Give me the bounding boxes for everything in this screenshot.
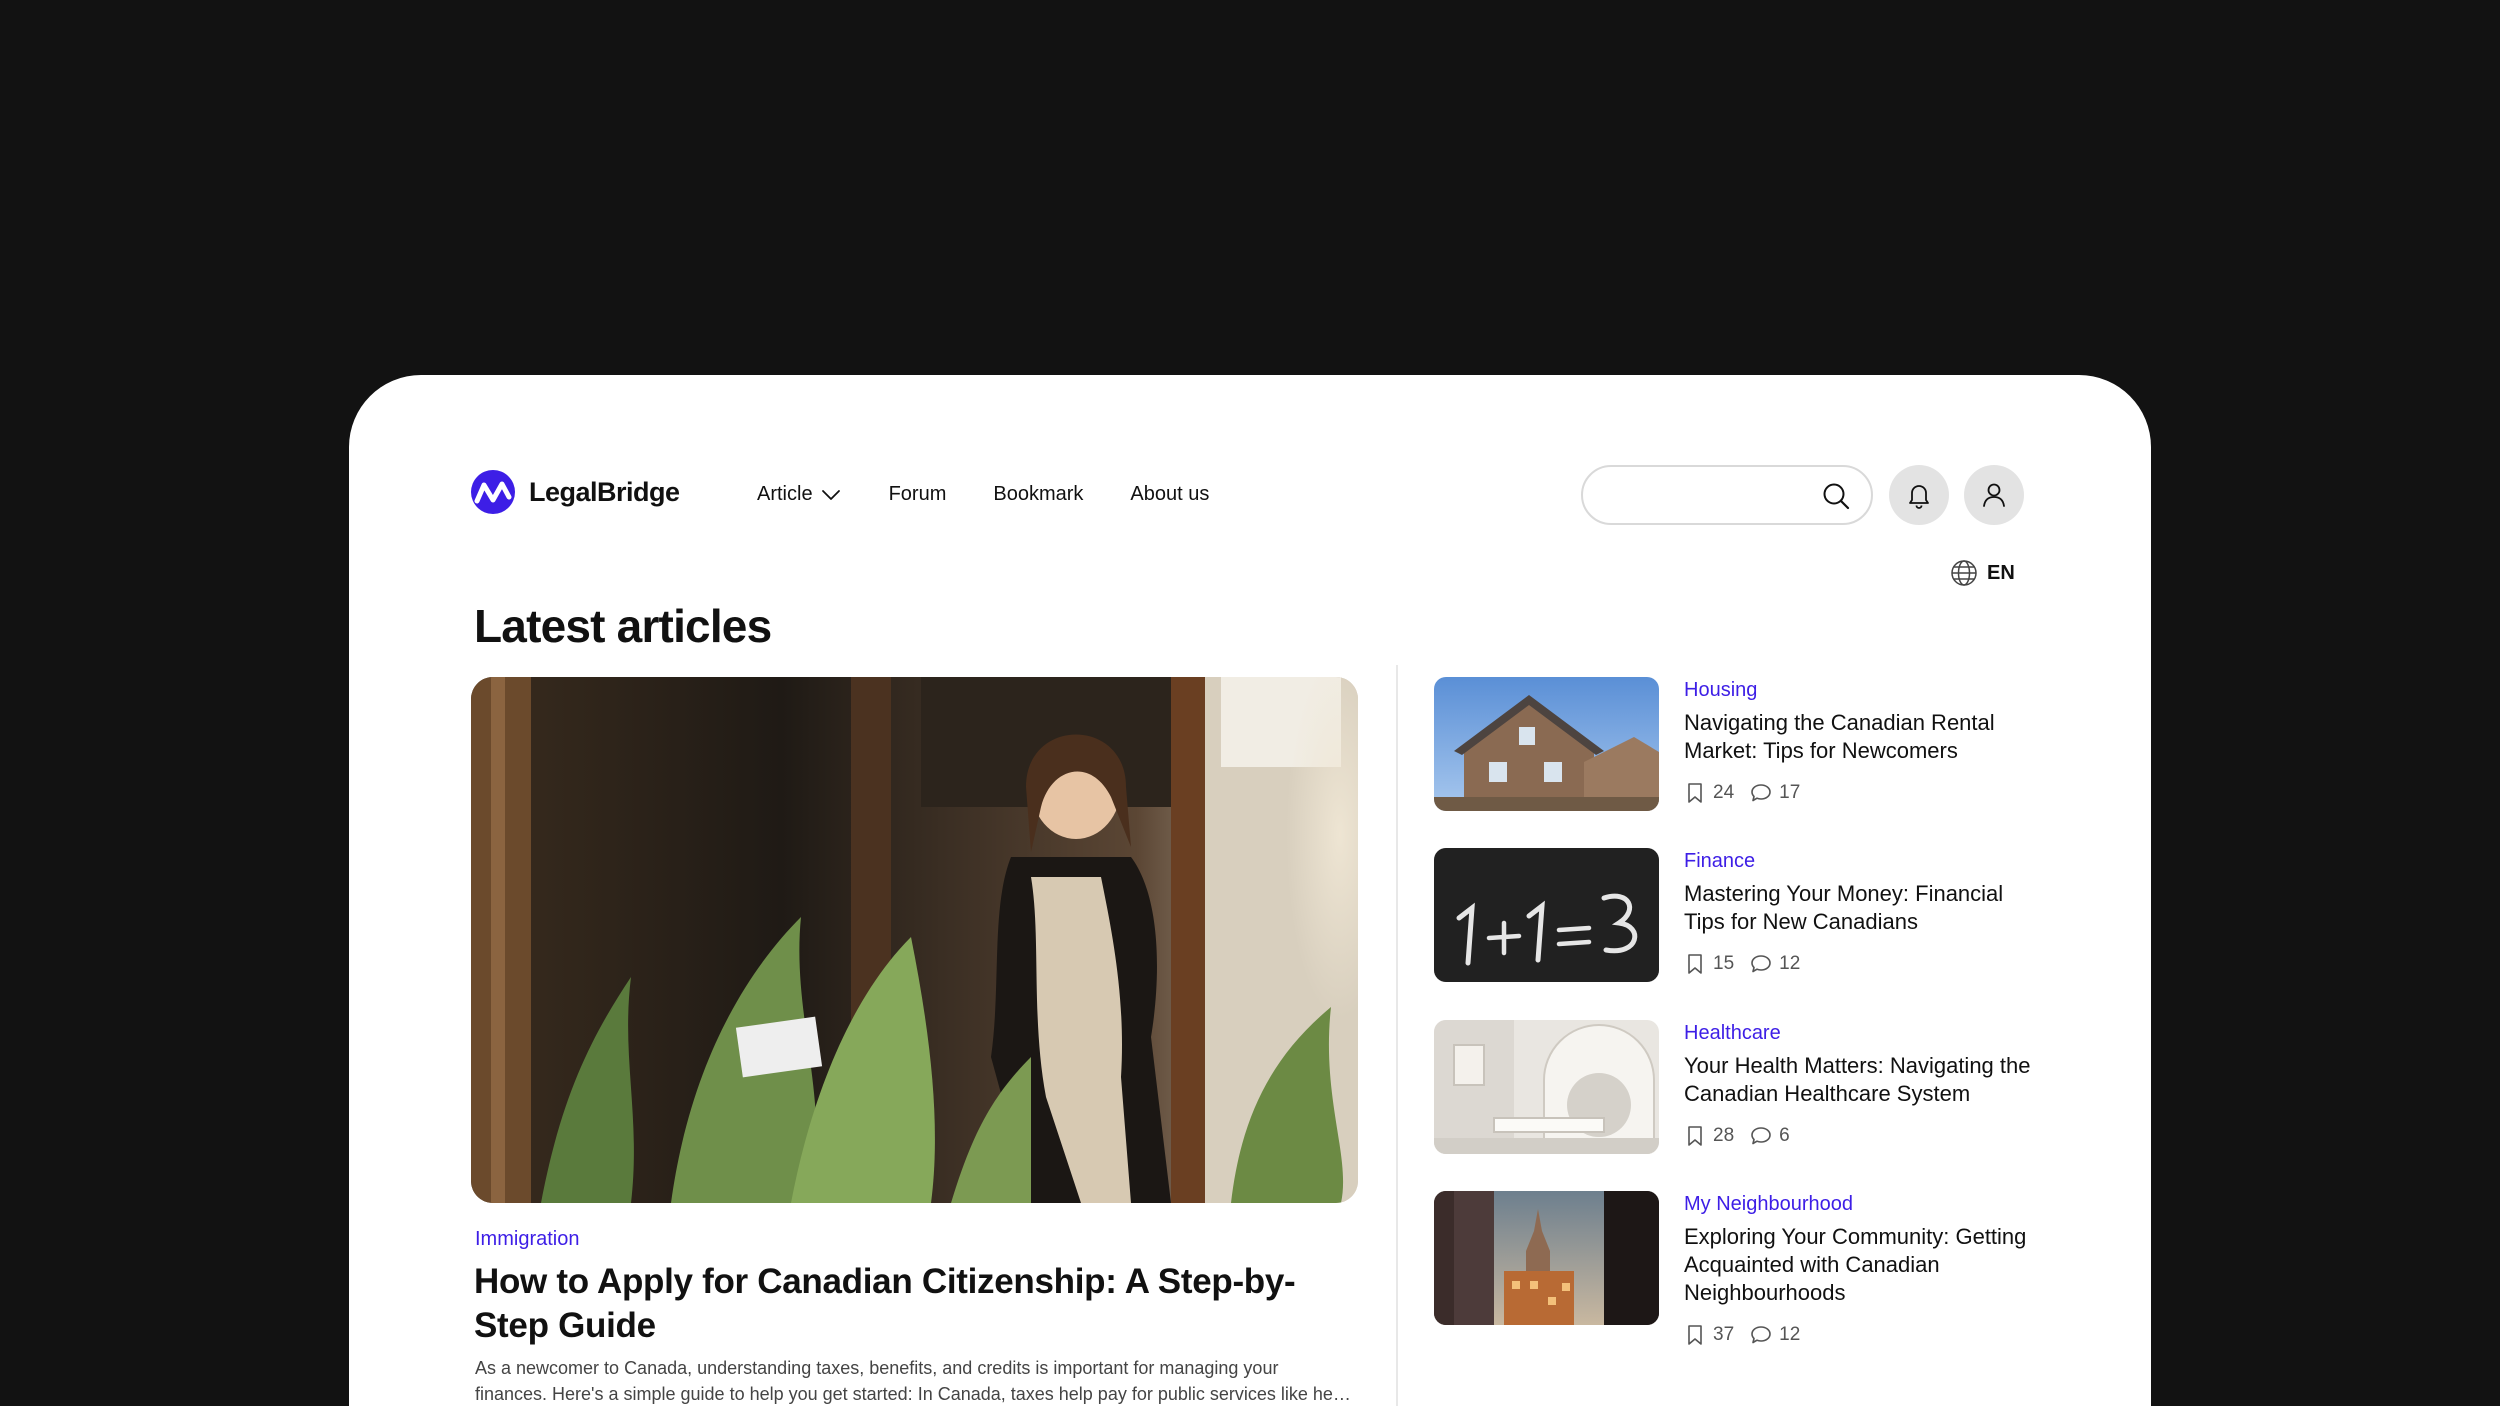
brand-name: LegalBridge xyxy=(529,476,680,507)
brand-logo[interactable]: LegalBridge xyxy=(471,470,680,514)
search-box xyxy=(1581,465,1873,525)
article-thumbnail-healthcare[interactable] xyxy=(1434,1020,1659,1154)
comment-count-value: 6 xyxy=(1779,1125,1790,1146)
chalkboard-photo xyxy=(1434,848,1659,982)
article-title[interactable]: Exploring Your Community: Getting Acquai… xyxy=(1684,1223,2044,1307)
comment-count[interactable]: 6 xyxy=(1750,1125,1790,1147)
language-selector[interactable]: EN xyxy=(1949,558,2015,588)
bookmark-count-value: 24 xyxy=(1713,782,1735,803)
article-thumbnail-housing[interactable] xyxy=(1434,677,1659,811)
page-title: Latest articles xyxy=(474,600,772,652)
article-meta: 24 17 xyxy=(1684,782,1816,804)
comment-count[interactable]: 12 xyxy=(1750,1324,1800,1346)
featured-article-title[interactable]: How to Apply for Canadian Citizenship: A… xyxy=(474,1260,1354,1348)
article-meta: 15 12 xyxy=(1684,953,1816,975)
mri-photo xyxy=(1434,1020,1659,1154)
list-item: My Neighbourhood Exploring Your Communit… xyxy=(1434,1191,2074,1345)
featured-article-category[interactable]: Immigration xyxy=(475,1228,579,1251)
bookmark-icon xyxy=(1688,1126,1702,1146)
comment-count-value: 12 xyxy=(1779,953,1801,974)
nav-about-us[interactable]: About us xyxy=(1130,483,1209,506)
nav-article-label: Article xyxy=(757,483,813,505)
bell-icon xyxy=(1909,485,1929,509)
nav-bookmark[interactable]: Bookmark xyxy=(993,483,1083,506)
city-photo xyxy=(1434,1191,1659,1325)
comment-icon xyxy=(1751,784,1771,802)
comment-count-value: 17 xyxy=(1779,782,1801,803)
article-meta: 37 12 xyxy=(1684,1324,1816,1346)
bookmark-icon xyxy=(1688,783,1702,803)
bookmark-count-value: 15 xyxy=(1713,953,1735,974)
search-input[interactable] xyxy=(1603,479,1813,511)
bookmark-count[interactable]: 15 xyxy=(1684,953,1734,975)
article-title[interactable]: Navigating the Canadian Rental Market: T… xyxy=(1684,709,2044,765)
excerpt-line-1: As a newcomer to Canada, understanding t… xyxy=(475,1358,1279,1378)
comment-count-value: 12 xyxy=(1779,1324,1801,1345)
bookmark-count-value: 28 xyxy=(1713,1125,1735,1146)
bookmark-count[interactable]: 24 xyxy=(1684,782,1734,804)
article-meta: 28 6 xyxy=(1684,1125,1806,1147)
main-window: LegalBridge Article Forum Bookmark About… xyxy=(349,375,2151,1406)
bookmark-count[interactable]: 37 xyxy=(1684,1324,1734,1346)
chevron-down-icon xyxy=(821,489,840,500)
bookmark-count-value: 37 xyxy=(1713,1324,1735,1345)
bookmark-count[interactable]: 28 xyxy=(1684,1125,1734,1147)
article-category[interactable]: Housing xyxy=(1684,679,1757,702)
comment-icon xyxy=(1751,1127,1771,1145)
comment-count[interactable]: 17 xyxy=(1750,782,1800,804)
column-divider xyxy=(1396,665,1398,1406)
house-photo xyxy=(1434,677,1659,811)
globe-icon xyxy=(1951,560,1977,586)
featured-photo xyxy=(471,677,1358,1203)
search-icon[interactable] xyxy=(1821,481,1851,511)
article-category[interactable]: Finance xyxy=(1684,850,1755,873)
featured-article-excerpt: As a newcomer to Canada, understanding t… xyxy=(475,1355,1355,1406)
article-category[interactable]: Healthcare xyxy=(1684,1022,1781,1045)
bookmark-icon xyxy=(1688,1325,1702,1345)
nav-article[interactable]: Article xyxy=(757,483,841,506)
article-title[interactable]: Mastering Your Money: Financial Tips for… xyxy=(1684,880,2044,936)
article-title[interactable]: Your Health Matters: Navigating the Cana… xyxy=(1684,1052,2044,1108)
article-thumbnail-neighbourhood[interactable] xyxy=(1434,1191,1659,1325)
article-thumbnail-finance[interactable] xyxy=(1434,848,1659,982)
notifications-button[interactable] xyxy=(1889,465,1949,525)
excerpt-line-2: finances. Here's a simple guide to help … xyxy=(475,1384,1355,1404)
list-item: Finance Mastering Your Money: Financial … xyxy=(1434,848,2074,988)
main-nav: Article Forum Bookmark About us xyxy=(757,483,1209,506)
featured-article-image[interactable] xyxy=(471,677,1358,1203)
comment-count[interactable]: 12 xyxy=(1750,953,1800,975)
list-item: Housing Navigating the Canadian Rental M… xyxy=(1434,677,2074,817)
bookmark-icon xyxy=(1688,954,1702,974)
account-button[interactable] xyxy=(1964,465,2024,525)
list-item: Healthcare Your Health Matters: Navigati… xyxy=(1434,1020,2074,1160)
comment-icon xyxy=(1751,1326,1771,1344)
legalbridge-logo-icon xyxy=(471,470,515,514)
article-category[interactable]: My Neighbourhood xyxy=(1684,1193,1853,1216)
user-icon xyxy=(1983,483,2005,507)
comment-icon xyxy=(1751,955,1771,973)
language-code: EN xyxy=(1987,561,2015,584)
nav-forum[interactable]: Forum xyxy=(889,483,947,506)
